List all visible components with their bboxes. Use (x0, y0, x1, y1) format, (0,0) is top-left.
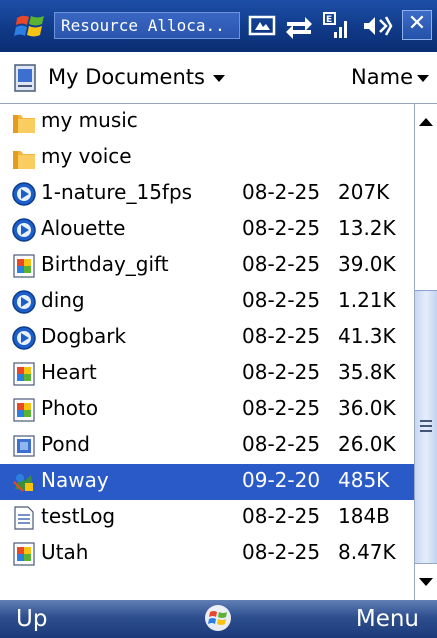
file-name: Utah (41, 540, 89, 564)
file-row[interactable]: Alouette 08-2-25 13.2K (0, 212, 414, 248)
file-size: 1.21K (338, 288, 396, 312)
scroll-up-button[interactable] (415, 104, 437, 141)
file-row[interactable]: Photo 08-2-25 36.0K (0, 392, 414, 428)
file-date: 08-2-25 (242, 360, 321, 384)
media-icon (12, 218, 36, 242)
file-date: 08-2-25 (242, 432, 321, 456)
file-size: 207K (338, 180, 390, 204)
media-icon (12, 326, 36, 350)
window-title[interactable]: Resource Alloca.. (54, 12, 240, 39)
media-icon (12, 182, 36, 206)
up-softkey[interactable]: Up (16, 606, 47, 632)
file-date: 08-2-25 (242, 504, 321, 528)
scroll-thumb[interactable] (415, 290, 437, 564)
scroll-down-button[interactable] (415, 563, 437, 600)
file-size: 26.0K (338, 432, 396, 456)
file-row[interactable]: my voice (0, 140, 414, 176)
file-size: 485K (338, 468, 390, 492)
picture-icon (13, 435, 35, 457)
file-size: 35.8K (338, 360, 396, 384)
file-size: 184B (338, 504, 390, 528)
file-size: 39.0K (338, 252, 396, 276)
file-name: Birthday_gift (41, 252, 169, 276)
image-icon (13, 542, 35, 566)
file-row[interactable]: Utah 08-2-25 8.47K (0, 536, 414, 572)
file-name: ding (41, 288, 85, 312)
file-row[interactable]: ding 08-2-25 1.21K (0, 284, 414, 320)
menu-softkey[interactable]: Menu (356, 606, 419, 632)
file-date: 08-2-25 (242, 252, 321, 276)
file-date: 08-2-25 (242, 396, 321, 420)
file-size: 8.47K (338, 540, 396, 564)
scrollbar[interactable] (414, 104, 437, 600)
scroll-track[interactable] (415, 140, 437, 290)
sort-name: Name (351, 65, 413, 89)
file-row[interactable]: Naway 09-2-20 485K (0, 464, 414, 500)
file-row[interactable]: Birthday_gift 08-2-25 39.0K (0, 248, 414, 284)
folder-header: My Documents Name (0, 52, 437, 104)
folder-icon (13, 115, 35, 133)
image-icon (13, 254, 35, 278)
file-date: 08-2-25 (242, 324, 321, 348)
file-name: Naway (41, 468, 109, 492)
file-name: Dogbark (41, 324, 127, 348)
text-file-icon (14, 506, 34, 530)
file-date: 09-2-20 (242, 468, 321, 492)
softkey-bar: Up Menu (0, 600, 437, 638)
svg-text:E: E (326, 15, 332, 25)
windows-start-icon[interactable] (14, 9, 48, 43)
file-size: 41.3K (338, 324, 396, 348)
file-row[interactable]: 1-nature_15fps 08-2-25 207K (0, 176, 414, 212)
file-list: my music my voice 1-nature_15fps 08-2-25 207… (0, 104, 414, 600)
file-name: my music (41, 108, 138, 132)
file-date: 08-2-25 (242, 216, 321, 240)
connectivity-icon[interactable] (283, 10, 315, 42)
file-size: 13.2K (338, 216, 396, 240)
file-name: Photo (41, 396, 99, 420)
file-name: Heart (41, 360, 97, 384)
file-date: 08-2-25 (242, 180, 321, 204)
media-icon (12, 290, 36, 314)
windows-flag-icon[interactable] (203, 603, 233, 633)
folder-icon (13, 151, 35, 169)
file-name: my voice (41, 144, 132, 168)
program-icon (13, 473, 33, 492)
file-name: Alouette (41, 216, 126, 240)
folder-name: My Documents (48, 65, 205, 89)
title-bar: Resource Alloca.. E ✕ (0, 0, 437, 52)
keyboard-icon[interactable] (248, 10, 278, 42)
sort-dropdown[interactable]: Name (351, 65, 429, 89)
file-size: 36.0K (338, 396, 396, 420)
folder-dropdown[interactable]: My Documents (48, 65, 225, 89)
chevron-down-icon (417, 74, 429, 82)
file-row[interactable]: my music (0, 104, 414, 140)
file-date: 08-2-25 (242, 288, 321, 312)
chevron-down-icon (212, 74, 225, 82)
file-name: testLog (41, 504, 116, 528)
file-name: 1-nature_15fps (41, 180, 193, 204)
document-icon (14, 64, 36, 92)
file-row[interactable]: testLog 08-2-25 184B (0, 500, 414, 536)
image-icon (13, 362, 35, 386)
file-date: 08-2-25 (242, 540, 321, 564)
grip-line (420, 430, 432, 432)
file-name: Pond (41, 432, 90, 456)
image-icon (13, 398, 35, 422)
volume-icon[interactable] (360, 10, 394, 42)
arrow-down-icon (419, 578, 433, 586)
grip-line (420, 425, 432, 427)
file-row[interactable]: Dogbark 08-2-25 41.3K (0, 320, 414, 356)
arrow-up-icon (419, 118, 433, 126)
close-button[interactable]: ✕ (402, 10, 432, 40)
grip-line (420, 420, 432, 422)
signal-icon[interactable]: E (322, 10, 352, 42)
file-row[interactable]: Pond 08-2-25 26.0K (0, 428, 414, 464)
file-row[interactable]: Heart 08-2-25 35.8K (0, 356, 414, 392)
